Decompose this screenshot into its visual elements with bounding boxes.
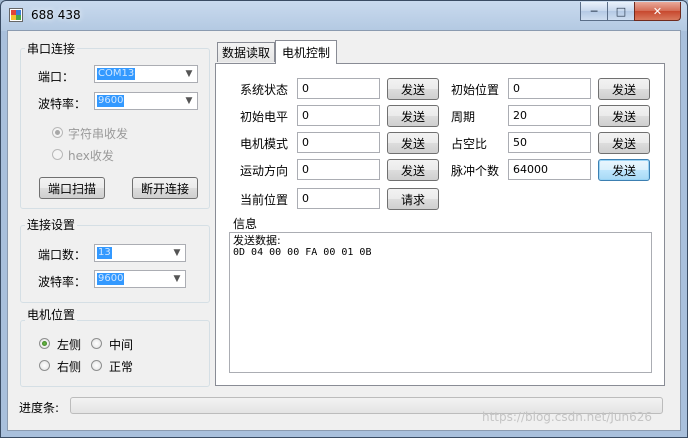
field-label: 电机模式 bbox=[240, 137, 289, 151]
radio-char-mode[interactable]: 字符串收发 bbox=[52, 125, 172, 141]
tab-data-read[interactable]: 数据读取 bbox=[217, 42, 275, 62]
chevron-down-icon: ▼ bbox=[173, 248, 181, 258]
maximize-icon: □ bbox=[615, 4, 627, 18]
port-combo-value: COM13 bbox=[97, 68, 136, 80]
chevron-down-icon: ▼ bbox=[185, 69, 193, 79]
info-title: 信息 bbox=[233, 217, 258, 231]
send-motor-mode-button[interactable]: 发送 bbox=[387, 132, 439, 154]
send-direction-button[interactable]: 发送 bbox=[387, 159, 439, 181]
scan-ports-label: 端口扫描 bbox=[47, 181, 96, 196]
motor-position-title: 电机位置 bbox=[25, 306, 78, 323]
field-label: 运动方向 bbox=[240, 164, 289, 178]
field-label: 脉冲个数 bbox=[451, 164, 500, 178]
request-label: 请求 bbox=[400, 192, 425, 207]
conn-baud-combo[interactable]: 9600 ▼ bbox=[94, 270, 186, 288]
initial-level-input[interactable]: 0 bbox=[297, 105, 380, 126]
connection-group-title: 连接设置 bbox=[25, 216, 78, 233]
radio-normal[interactable]: 正常 bbox=[91, 358, 141, 374]
serial-group-title: 串口连接 bbox=[25, 40, 78, 57]
pulse-count-input[interactable]: 64000 bbox=[508, 159, 591, 180]
send-label: 发送 bbox=[611, 163, 636, 178]
field-label: 周期 bbox=[451, 110, 476, 124]
close-button[interactable]: ✕ bbox=[634, 2, 681, 21]
radio-left-label: 左侧 bbox=[57, 338, 82, 352]
port-count-label: 端口数： bbox=[38, 248, 87, 262]
field-label: 当前位置 bbox=[240, 193, 289, 207]
tab-motor-control[interactable]: 电机控制 bbox=[275, 40, 337, 64]
baud-combo[interactable]: 9600 ▼ bbox=[94, 92, 198, 110]
radio-normal-label: 正常 bbox=[109, 360, 134, 374]
system-status-input[interactable]: 0 bbox=[297, 78, 380, 99]
minimize-button[interactable]: ─ bbox=[580, 2, 608, 21]
motor-position-groupbox bbox=[20, 320, 210, 387]
send-pulse-count-button[interactable]: 发送 bbox=[598, 159, 650, 181]
send-label: 发送 bbox=[400, 109, 425, 124]
direction-input[interactable]: 0 bbox=[297, 159, 380, 180]
radio-right[interactable]: 右侧 bbox=[39, 358, 89, 374]
send-label: 发送 bbox=[611, 136, 636, 151]
close-icon: ✕ bbox=[652, 4, 663, 18]
info-line: 0D 04 00 00 FA 00 01 0B bbox=[233, 247, 372, 258]
initial-position-input[interactable]: 0 bbox=[508, 78, 591, 99]
tab-motor-control-label: 电机控制 bbox=[281, 46, 330, 60]
send-system-status-button[interactable]: 发送 bbox=[387, 78, 439, 100]
send-period-button[interactable]: 发送 bbox=[598, 105, 650, 127]
info-line: 发送数据: bbox=[233, 234, 281, 247]
send-label: 发送 bbox=[400, 163, 425, 178]
progress-label: 进度条: bbox=[19, 401, 60, 415]
motor-mode-input[interactable]: 0 bbox=[297, 132, 380, 153]
send-initial-position-button[interactable]: 发送 bbox=[598, 78, 650, 100]
chevron-down-icon: ▼ bbox=[185, 96, 193, 106]
send-label: 发送 bbox=[611, 82, 636, 97]
radio-middle-label: 中间 bbox=[109, 338, 134, 352]
radio-char-label: 字符串收发 bbox=[68, 127, 129, 141]
field-label: 初始位置 bbox=[451, 83, 500, 97]
conn-baud-label: 波特率： bbox=[38, 275, 87, 289]
port-count-combo[interactable]: 13 ▼ bbox=[94, 244, 186, 262]
radio-normal-dot bbox=[91, 360, 102, 371]
radio-right-dot bbox=[39, 360, 50, 371]
port-count-value: 13 bbox=[97, 247, 112, 259]
radio-hex-dot bbox=[52, 149, 63, 160]
info-textbox[interactable]: 发送数据: 0D 04 00 00 FA 00 01 0B bbox=[229, 232, 652, 373]
scan-ports-button[interactable]: 端口扫描 bbox=[39, 177, 105, 199]
request-position-button[interactable]: 请求 bbox=[387, 188, 439, 210]
watermark: https://blog.csdn.net/Jun626 bbox=[482, 410, 653, 424]
radio-hex-mode[interactable]: hex收发 bbox=[52, 147, 172, 163]
duty-cycle-input[interactable]: 50 bbox=[508, 132, 591, 153]
radio-hex-label: hex收发 bbox=[68, 149, 114, 163]
radio-left-dot bbox=[39, 338, 50, 349]
send-label: 发送 bbox=[400, 136, 425, 151]
send-label: 发送 bbox=[400, 82, 425, 97]
radio-left[interactable]: 左侧 bbox=[39, 336, 89, 352]
radio-middle-dot bbox=[91, 338, 102, 349]
maximize-button[interactable]: □ bbox=[607, 2, 635, 21]
send-initial-level-button[interactable]: 发送 bbox=[387, 105, 439, 127]
send-duty-cycle-button[interactable]: 发送 bbox=[598, 132, 650, 154]
period-input[interactable]: 20 bbox=[508, 105, 591, 126]
baud-combo-value: 9600 bbox=[97, 95, 125, 107]
send-label: 发送 bbox=[611, 109, 636, 124]
field-label: 占空比 bbox=[451, 137, 488, 151]
title-bar[interactable]: 688 438 ─ □ ✕ bbox=[1, 1, 687, 31]
chevron-down-icon: ▼ bbox=[173, 274, 181, 284]
disconnect-label: 断开连接 bbox=[140, 181, 189, 196]
window-title: 688 438 bbox=[31, 8, 81, 22]
minimize-icon: ─ bbox=[590, 4, 598, 18]
connection-groupbox bbox=[20, 225, 210, 303]
radio-right-label: 右侧 bbox=[57, 360, 82, 374]
baud-label: 波特率： bbox=[38, 97, 87, 111]
radio-char-dot bbox=[52, 127, 63, 138]
tab-data-read-label: 数据读取 bbox=[221, 46, 270, 60]
field-label: 初始电平 bbox=[240, 110, 289, 124]
app-icon bbox=[9, 8, 23, 22]
disconnect-button[interactable]: 断开连接 bbox=[132, 177, 198, 199]
port-label: 端口： bbox=[38, 70, 75, 84]
field-label: 系统状态 bbox=[240, 83, 289, 97]
radio-middle[interactable]: 中间 bbox=[91, 336, 141, 352]
port-combo[interactable]: COM13 ▼ bbox=[94, 65, 198, 83]
current-position-input[interactable]: 0 bbox=[297, 188, 380, 209]
conn-baud-value: 9600 bbox=[97, 273, 125, 285]
